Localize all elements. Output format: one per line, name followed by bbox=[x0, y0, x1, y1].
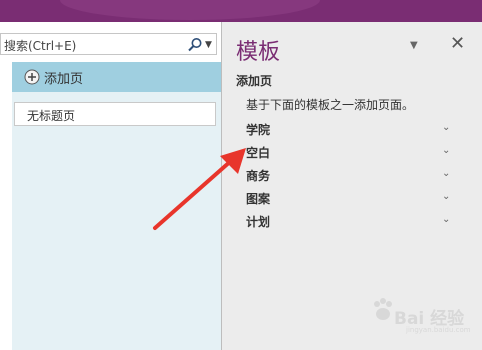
category-patterns[interactable]: 图案 ⌄ bbox=[246, 190, 456, 210]
chevron-down-icon: ⌄ bbox=[442, 191, 451, 202]
section-heading: 添加页 bbox=[236, 74, 273, 88]
category-business[interactable]: 商务 ⌄ bbox=[246, 167, 456, 187]
close-icon[interactable]: ✕ bbox=[450, 35, 465, 53]
pane-description: 基于下面的模板之一添加页面。 bbox=[246, 98, 415, 112]
chevron-down-icon: ⌄ bbox=[442, 122, 451, 133]
chevron-down-icon: ⌄ bbox=[442, 145, 451, 156]
pane-title: 模板 bbox=[236, 40, 281, 65]
search-scope-dropdown-icon[interactable]: ▼ bbox=[205, 37, 212, 53]
title-bar bbox=[0, 0, 482, 22]
pane-options-dropdown-icon[interactable]: ▼ bbox=[410, 40, 418, 51]
left-gutter bbox=[0, 22, 12, 350]
paw-icon bbox=[374, 298, 392, 320]
search-box[interactable]: 搜索(Ctrl+E) ▼ bbox=[0, 33, 217, 55]
chevron-down-icon: ⌄ bbox=[442, 168, 451, 179]
category-planners[interactable]: 计划 ⌄ bbox=[246, 213, 456, 233]
page-item-title: 无标题页 bbox=[27, 109, 76, 123]
search-icon[interactable] bbox=[187, 37, 203, 53]
category-blank[interactable]: 空白 ⌄ bbox=[246, 144, 456, 164]
page-item[interactable]: 无标题页 bbox=[14, 102, 216, 126]
chevron-down-icon: ⌄ bbox=[442, 214, 451, 225]
category-academic[interactable]: 学院 ⌄ bbox=[246, 121, 456, 141]
watermark-url: jingyan.baidu.com bbox=[406, 326, 471, 334]
title-bar-decoration bbox=[60, 0, 320, 20]
add-page-label: 添加页 bbox=[44, 72, 84, 87]
add-page-button[interactable]: 添加页 bbox=[12, 62, 221, 92]
search-input[interactable]: 搜索(Ctrl+E) bbox=[4, 37, 76, 54]
add-circle-icon bbox=[24, 69, 40, 85]
annotation-arrow bbox=[153, 148, 246, 230]
watermark-logo: Bai 经验 jingyan.baidu.com bbox=[360, 294, 471, 334]
category-label: 学院 bbox=[246, 123, 271, 137]
